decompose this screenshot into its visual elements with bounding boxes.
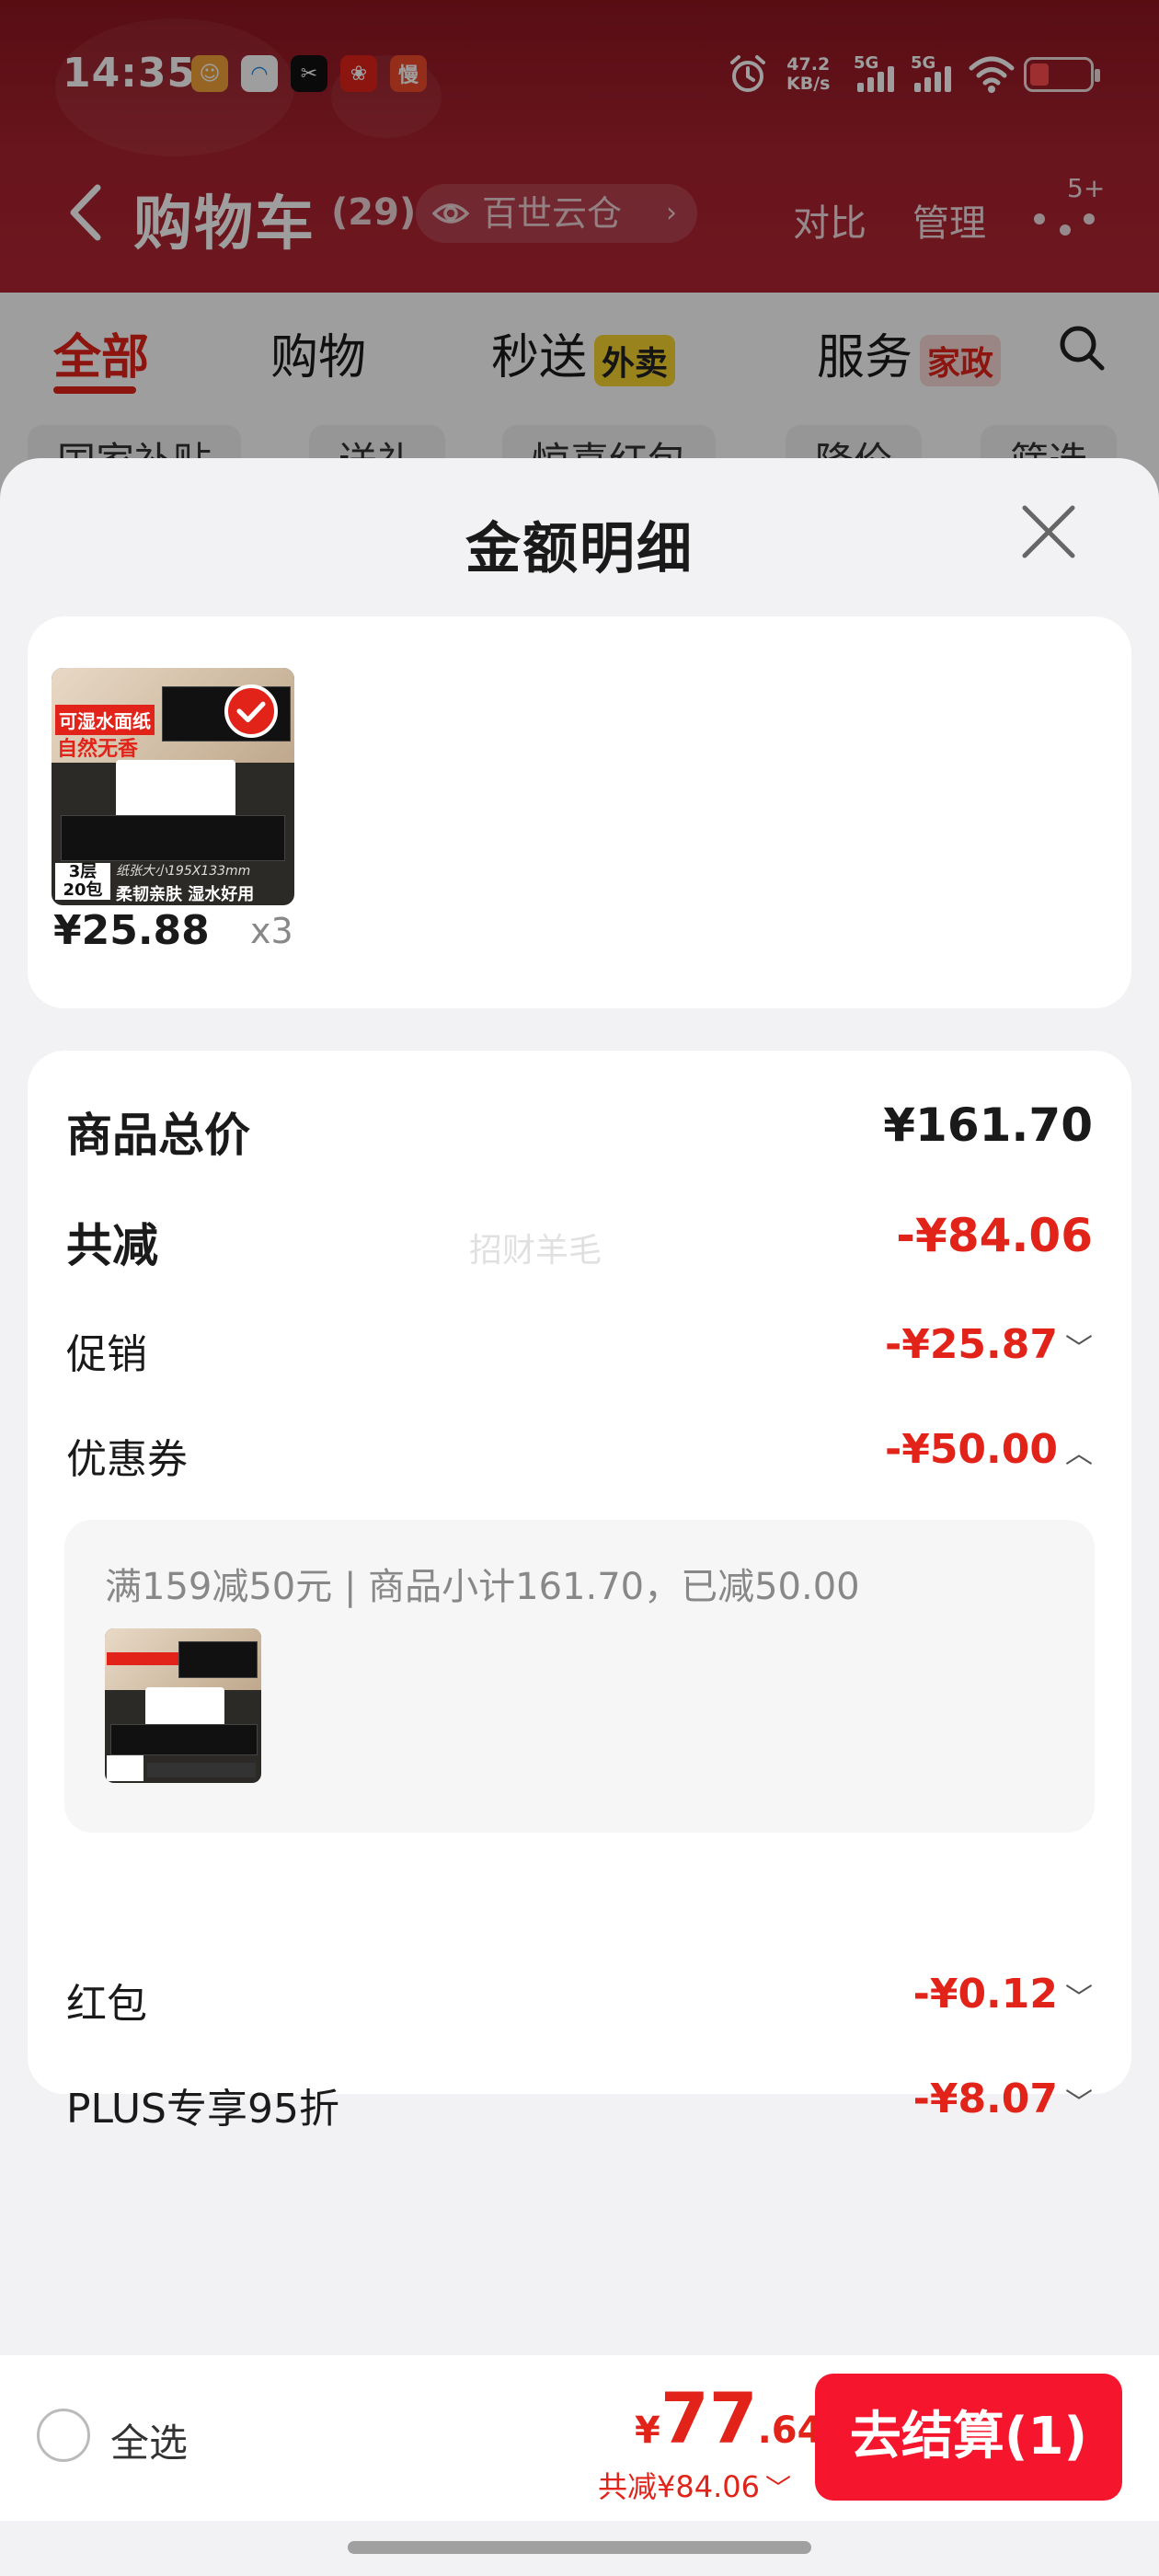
red-packet-amount: -¥0.12 <box>912 1971 1058 2018</box>
product-image-sub: 自然无香 <box>57 738 139 761</box>
chevron-down-icon: ﹀ <box>1065 2087 1093 2120</box>
product-quantity: x3 <box>250 911 293 951</box>
promo-label: 促销 <box>66 1331 147 1378</box>
saved-amount-text: 共减¥84.06 <box>598 2469 760 2504</box>
selected-check-icon[interactable] <box>224 684 278 738</box>
checkout-bar: 全选 ¥77.64 共减¥84.06 ﹀ 去结算(1) <box>0 2355 1159 2521</box>
modal-overlay[interactable] <box>0 0 1159 515</box>
checkout-button[interactable]: 去结算(1) <box>815 2374 1122 2501</box>
red-packet-label: 红包 <box>66 1981 147 2028</box>
watermark: 招财羊毛 <box>469 1232 602 1270</box>
product-image-layers: 3层 20包 <box>55 863 110 900</box>
promo-amount: -¥25.87 <box>884 1321 1058 1368</box>
close-icon[interactable] <box>1012 495 1085 569</box>
coupon-amount: -¥50.00 <box>884 1426 1058 1473</box>
product-image-slogan: 柔韧亲肤 湿水好用 <box>116 885 255 904</box>
product-image-badge: 可湿水面纸 <box>55 705 155 735</box>
product-card: 可湿水面纸 自然无香 纸张大小195X133mm 3层 20包 柔韧亲肤 湿水好… <box>28 616 1131 1008</box>
product-image-packs-text: 20包 <box>63 880 103 900</box>
total-amount: ¥77.64 <box>635 2377 822 2459</box>
price-breakdown-card: 商品总价 ¥161.70 共减 -¥84.06 招财羊毛 促销 -¥25.87 ﹀… <box>28 1051 1131 2133</box>
product-image-size: 纸张大小195X133mm <box>116 864 251 879</box>
plus-discount-amount: -¥8.07 <box>912 2076 1058 2122</box>
total-price-value: ¥161.70 <box>883 1098 1093 1152</box>
home-indicator <box>348 2541 811 2554</box>
saved-amount[interactable]: 共减¥84.06 ﹀ <box>534 2464 791 2506</box>
chevron-down-icon: ﹀ <box>1065 1333 1093 1365</box>
coupon-product-image <box>105 1628 261 1783</box>
coupon-value: -¥50.00 ︿ <box>885 1426 1093 1473</box>
chevron-down-icon: ﹀ <box>764 2473 791 2503</box>
sheet-title: 金额明细 <box>465 517 694 581</box>
plus-discount-value: -¥8.07 ﹀ <box>913 2076 1093 2122</box>
total-integer: 77 <box>660 2377 758 2459</box>
total-discount-value: -¥84.06 <box>896 1209 1093 1262</box>
chevron-up-icon: ︿ <box>1065 1438 1093 1470</box>
total-price-label: 商品总价 <box>66 1109 250 1162</box>
coupon-description: 满159减50元 | 商品小计161.70，已减50.00 <box>105 1566 860 1608</box>
chevron-down-icon: ﹀ <box>1065 1983 1093 2015</box>
amount-detail-sheet: 金额明细 可湿水面纸 自然无香 纸张大小195X133mm 3层 20包 柔韧亲… <box>0 458 1159 2576</box>
total-currency: ¥ <box>635 2409 660 2452</box>
product-price: ¥25.88 <box>53 907 210 954</box>
total-decimal: .64 <box>757 2409 823 2452</box>
coupon-detail-box: 满159减50元 | 商品小计161.70，已减50.00 <box>64 1520 1095 1833</box>
product-image-layers-text: 3层 <box>68 862 98 881</box>
select-all-checkbox[interactable] <box>37 2409 90 2462</box>
red-packet-value: -¥0.12 ﹀ <box>913 1971 1093 2018</box>
plus-discount-label: PLUS专享95折 <box>66 2086 339 2133</box>
coupon-label: 优惠券 <box>66 1436 188 1483</box>
promo-value: -¥25.87 ﹀ <box>885 1321 1093 1368</box>
select-all-label[interactable]: 全选 <box>110 2412 188 2468</box>
total-discount-label: 共减 <box>66 1219 158 1272</box>
